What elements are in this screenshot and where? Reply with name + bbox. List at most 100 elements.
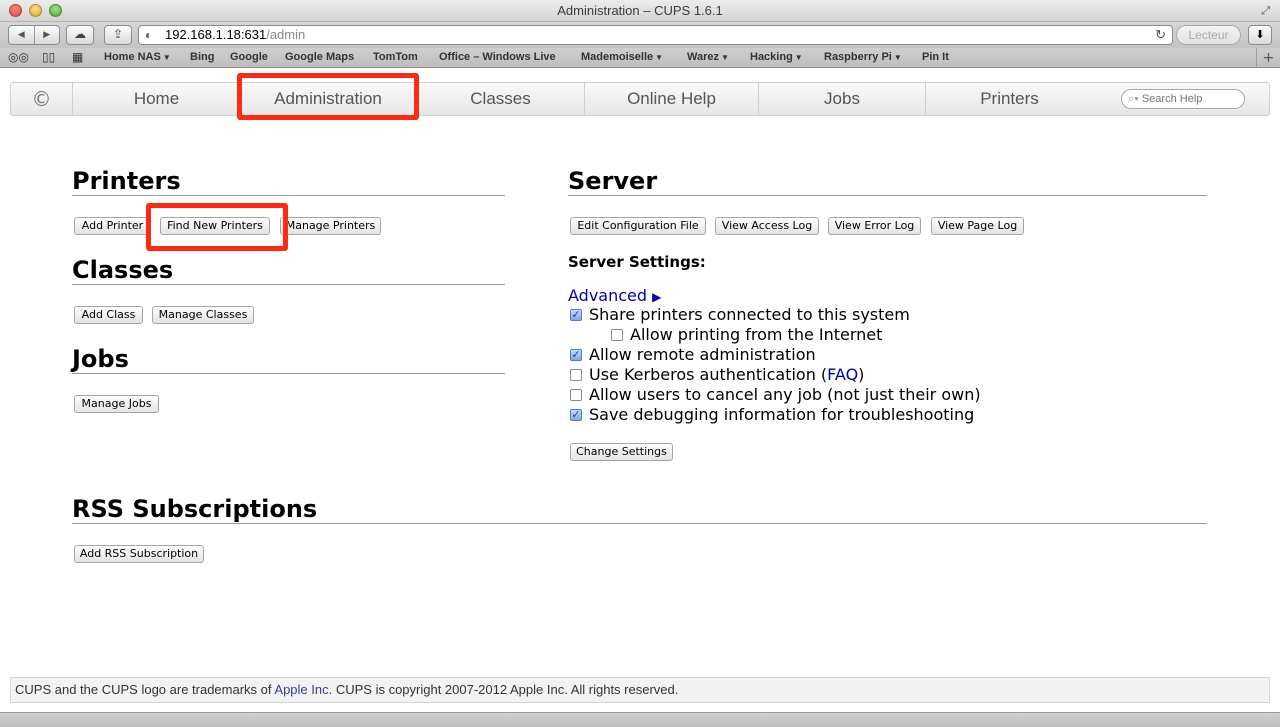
add-class-button[interactable]: Add Class bbox=[74, 306, 143, 324]
view-access-log-button[interactable]: View Access Log bbox=[715, 217, 819, 235]
server-heading: Server bbox=[568, 167, 658, 195]
rss-subscriptions-heading: RSS Subscriptions bbox=[72, 495, 318, 523]
chevron-down-icon: ▼ bbox=[794, 53, 803, 62]
chevron-down-icon: ▼ bbox=[162, 53, 171, 62]
bookmark-office-windows-live[interactable]: Office – Windows Live bbox=[439, 51, 556, 63]
chevron-down-icon: ▼ bbox=[893, 53, 902, 62]
tab-classes[interactable]: Classes bbox=[417, 83, 585, 115]
bookmark-label: Warez bbox=[687, 51, 719, 63]
manage-printers-button[interactable]: Manage Printers bbox=[280, 217, 381, 235]
bookmark-label: Raspberry Pi bbox=[824, 51, 892, 63]
view-error-log-button[interactable]: View Error Log bbox=[828, 217, 921, 235]
bookmark-google-maps[interactable]: Google Maps bbox=[285, 51, 354, 63]
allow-internet-printing-checkbox[interactable] bbox=[611, 328, 623, 341]
debug-logging-checkbox[interactable]: ✓ bbox=[570, 408, 582, 421]
advanced-settings-link[interactable]: Advanced ▶ bbox=[568, 286, 661, 305]
kerberos-setting: Use Kerberos authentication (FAQ) bbox=[570, 365, 864, 384]
cups-navigation-bar: © Home Administration Classes Online Hel… bbox=[10, 82, 1270, 116]
reading-list-icon[interactable]: ◎◎ bbox=[8, 50, 29, 64]
back-forward-group: ◀ ▶ bbox=[8, 25, 60, 45]
bookmark-warez[interactable]: Warez ▼ bbox=[687, 51, 729, 63]
share-button[interactable]: ⇪ bbox=[104, 25, 132, 45]
page-footer: CUPS and the CUPS logo are trademarks of… bbox=[10, 677, 1270, 703]
tab-administration[interactable]: Administration bbox=[240, 83, 417, 115]
chevron-down-icon: ▼ bbox=[655, 53, 664, 62]
bookmark-label: Home NAS bbox=[104, 51, 161, 63]
setting-label: Allow users to cancel any job (not just … bbox=[589, 385, 981, 404]
bookmark-label: Hacking bbox=[750, 51, 793, 63]
search-icon: ⌕▾ bbox=[1128, 93, 1139, 105]
kerberos-checkbox[interactable] bbox=[570, 368, 582, 381]
tab-printers[interactable]: Printers bbox=[926, 83, 1093, 115]
divider bbox=[568, 195, 1207, 196]
reload-icon[interactable]: ↻ bbox=[1155, 26, 1166, 44]
bookmark-bing[interactable]: Bing bbox=[190, 51, 214, 63]
debug-logging-setting: ✓ Save debugging information for trouble… bbox=[570, 405, 974, 424]
top-sites-grid-icon[interactable]: ▦ bbox=[72, 50, 83, 64]
bookmark-raspberry-pi[interactable]: Raspberry Pi ▼ bbox=[824, 51, 902, 63]
remote-admin-checkbox[interactable]: ✓ bbox=[570, 348, 582, 361]
search-help-input[interactable] bbox=[1141, 93, 1242, 105]
bookmark-pin-it[interactable]: Pin It bbox=[922, 51, 949, 63]
find-new-printers-button[interactable]: Find New Printers bbox=[160, 217, 270, 235]
share-printers-setting: ✓ Share printers connected to this syste… bbox=[570, 305, 910, 324]
allow-internet-printing-setting: Allow printing from the Internet bbox=[611, 325, 882, 344]
cups-logo-icon[interactable]: © bbox=[11, 83, 73, 115]
jobs-heading: Jobs bbox=[72, 345, 129, 373]
divider bbox=[72, 373, 505, 374]
faq-link[interactable]: FAQ bbox=[827, 365, 858, 384]
fullscreen-icon[interactable]: ⤢ bbox=[1261, 4, 1270, 18]
setting-label-suffix: ) bbox=[858, 365, 865, 384]
printers-heading: Printers bbox=[72, 167, 181, 195]
tab-home[interactable]: Home bbox=[74, 83, 240, 115]
downloads-button[interactable]: ⬇ bbox=[1248, 25, 1272, 45]
remote-admin-setting: ✓ Allow remote administration bbox=[570, 345, 816, 364]
icloud-tabs-button[interactable]: ☁ bbox=[66, 25, 94, 45]
chevron-down-icon: ▼ bbox=[721, 53, 729, 62]
back-arrow-icon[interactable]: ◀ bbox=[9, 26, 35, 44]
add-printer-button[interactable]: Add Printer bbox=[74, 217, 151, 235]
bookmark-google[interactable]: Google bbox=[230, 51, 268, 63]
setting-label: Allow remote administration bbox=[589, 345, 816, 364]
server-settings-heading: Server Settings: bbox=[568, 253, 706, 271]
share-printers-checkbox[interactable]: ✓ bbox=[570, 308, 582, 321]
setting-label: Allow printing from the Internet bbox=[630, 325, 883, 344]
url-host: 192.168.1.18:631 bbox=[165, 27, 267, 42]
edit-configuration-file-button[interactable]: Edit Configuration File bbox=[570, 217, 706, 235]
view-page-log-button[interactable]: View Page Log bbox=[931, 217, 1024, 235]
share-icon: ⇪ bbox=[112, 27, 124, 41]
plus-icon: + bbox=[1262, 50, 1275, 66]
address-bar[interactable]: ◐ 192.168.1.18:631/admin ↻ bbox=[138, 25, 1173, 45]
divider bbox=[72, 284, 505, 285]
bookmark-hacking[interactable]: Hacking ▼ bbox=[750, 51, 803, 63]
tab-online-help[interactable]: Online Help bbox=[585, 83, 759, 115]
divider bbox=[72, 195, 505, 196]
cancel-any-job-setting: Allow users to cancel any job (not just … bbox=[570, 385, 981, 404]
bookmarks-book-icon[interactable]: ▯▯ bbox=[42, 50, 55, 64]
setting-label: Use Kerberos authentication ( bbox=[589, 365, 828, 384]
browser-toolbar: ◀ ▶ ☁ ⇪ ◐ 192.168.1.18:631/admin ↻ Lecte… bbox=[0, 22, 1280, 48]
manage-classes-button[interactable]: Manage Classes bbox=[152, 306, 254, 324]
bookmark-home-nas[interactable]: Home NAS ▼ bbox=[104, 51, 171, 63]
forward-arrow-icon[interactable]: ▶ bbox=[35, 26, 60, 44]
classes-heading: Classes bbox=[72, 256, 174, 284]
change-settings-button[interactable]: Change Settings bbox=[570, 443, 673, 461]
cloud-icon: ☁ bbox=[74, 27, 86, 41]
add-rss-subscription-button[interactable]: Add RSS Subscription bbox=[74, 545, 204, 563]
apple-inc-link[interactable]: Apple Inc. bbox=[274, 682, 332, 697]
cancel-any-job-checkbox[interactable] bbox=[570, 388, 582, 401]
url-path: /admin bbox=[266, 27, 306, 42]
new-tab-button[interactable]: + bbox=[1256, 48, 1280, 68]
search-help-field[interactable]: ⌕▾ bbox=[1121, 89, 1245, 109]
triangle-right-icon: ▶ bbox=[652, 290, 662, 304]
footer-copyright: CUPS is copyright 2007-2012 Apple Inc. A… bbox=[332, 682, 679, 697]
reader-button[interactable]: Lecteur bbox=[1176, 25, 1241, 45]
window-bottom-bar bbox=[0, 712, 1280, 727]
manage-jobs-button[interactable]: Manage Jobs bbox=[74, 395, 159, 413]
url-text[interactable]: 192.168.1.18:631/admin bbox=[165, 26, 305, 44]
bookmark-label: Mademoiselle bbox=[581, 51, 654, 63]
bookmark-tomtom[interactable]: TomTom bbox=[373, 51, 418, 63]
bookmark-mademoiselle[interactable]: Mademoiselle ▼ bbox=[581, 51, 663, 63]
tab-jobs[interactable]: Jobs bbox=[759, 83, 926, 115]
footer-text: CUPS and the CUPS logo are trademarks of bbox=[15, 682, 275, 697]
